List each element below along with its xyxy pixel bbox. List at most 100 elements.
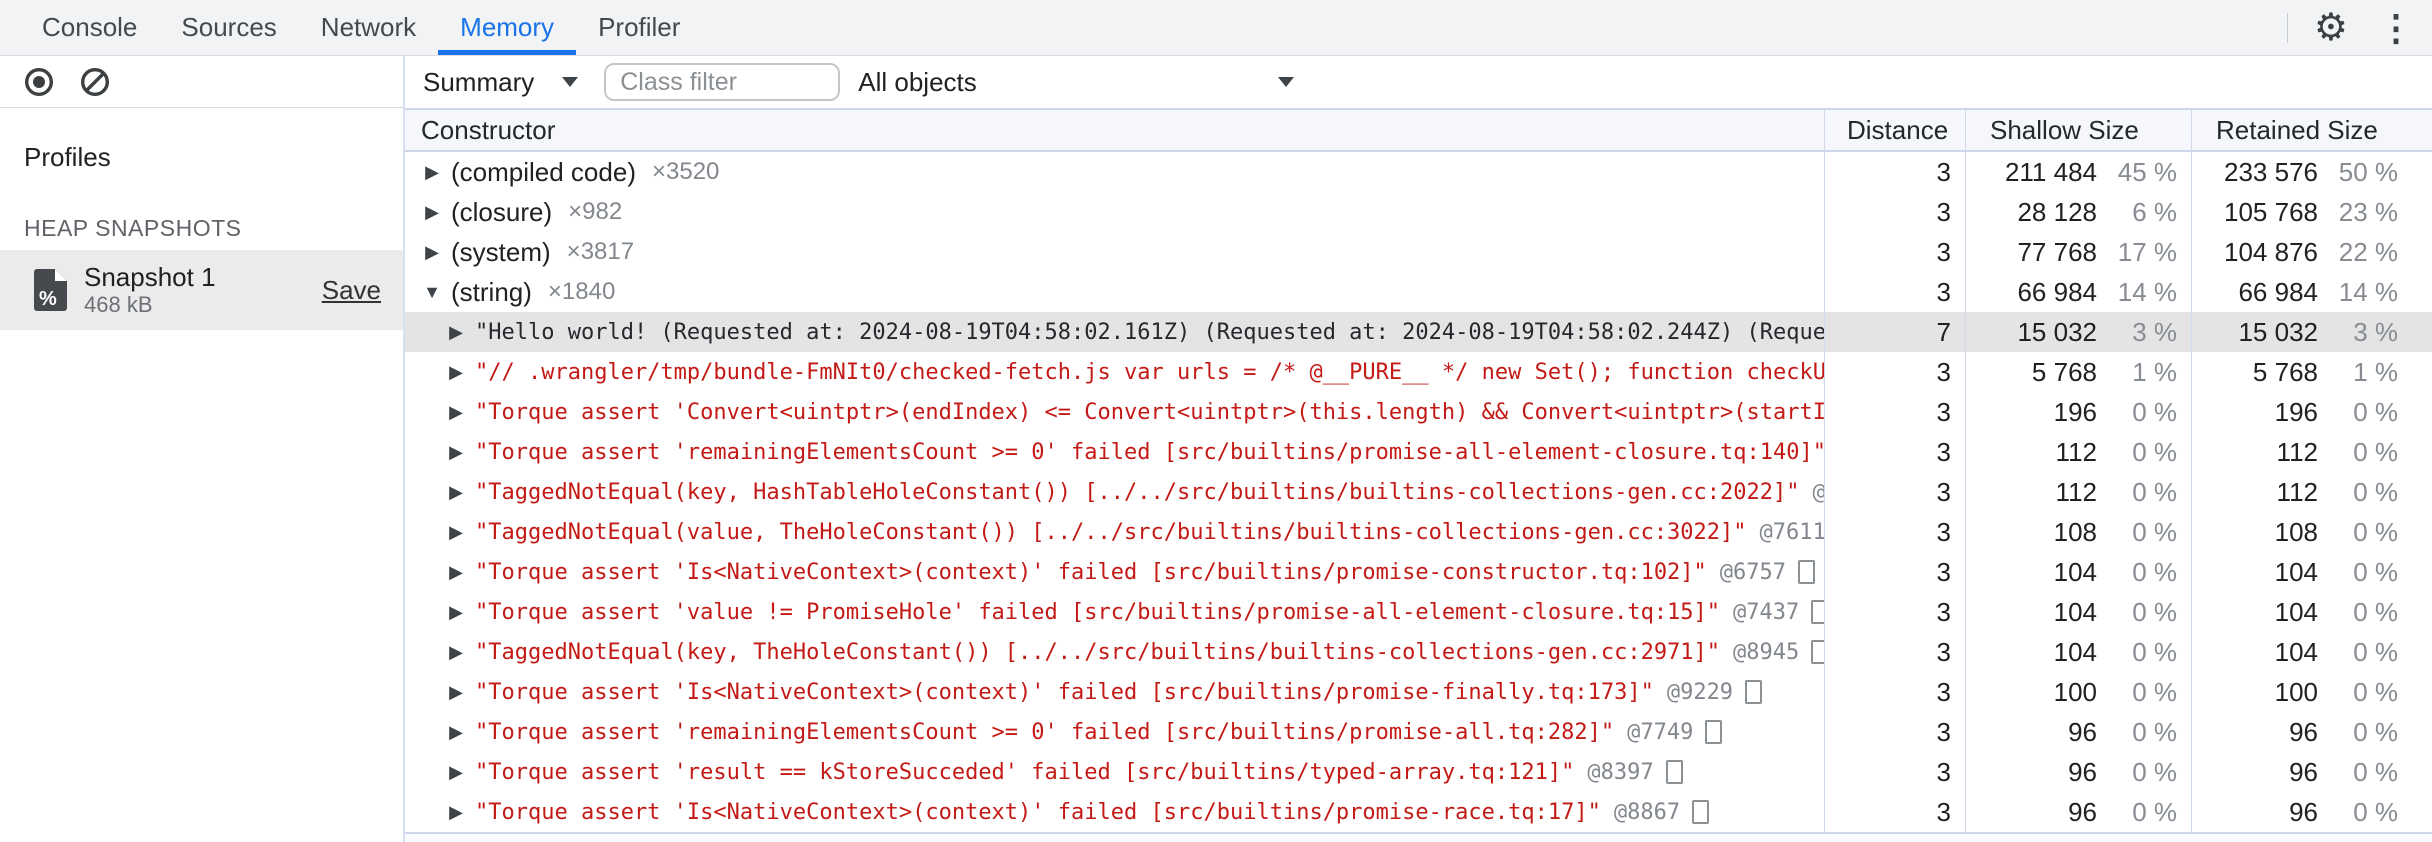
string-value: "TaggedNotEqual(key, TheHoleConstant()) …: [475, 639, 1721, 665]
column-header-constructor[interactable]: Constructor: [405, 110, 1824, 150]
expand-arrow-icon[interactable]: ▶: [421, 242, 443, 263]
retained-size-percent: 0 %: [2353, 716, 2398, 747]
table-row[interactable]: ▶ "TaggedNotEqual(key, TheHoleConstant())…: [405, 632, 2432, 672]
expand-arrow-icon[interactable]: ▶: [421, 202, 443, 223]
expand-arrow-icon[interactable]: ▶: [445, 322, 467, 343]
retained-size-cell: 196 0 %: [2191, 392, 2432, 432]
table-row[interactable]: ▶ "Torque assert 'Is<NativeContext>(conte…: [405, 792, 2432, 832]
expand-arrow-icon[interactable]: ▼: [421, 282, 443, 303]
table-row[interactable]: ▶ (system) ×3817 3 77 768 17 % 104 876 22 %: [405, 232, 2432, 272]
expand-arrow-icon[interactable]: ▶: [445, 482, 467, 503]
record-heap-icon[interactable]: [24, 67, 54, 97]
tab-profiler[interactable]: Profiler: [576, 0, 702, 55]
object-box-icon: [1692, 800, 1710, 824]
object-box-icon: [1665, 760, 1683, 784]
clear-all-icon[interactable]: [80, 67, 110, 97]
expand-arrow-icon[interactable]: ▶: [445, 762, 467, 783]
tab-network[interactable]: Network: [299, 0, 438, 55]
profiles-toolbar: [0, 56, 403, 108]
object-box-icon: [1811, 640, 1824, 664]
shallow-size-value: 104: [2053, 596, 2097, 627]
table-row[interactable]: ▼ (string) ×1840 3 66 984 14 % 66 984 14 %: [405, 272, 2432, 312]
shallow-size-cell: 104 0 %: [1965, 632, 2191, 672]
instance-count: ×982: [568, 198, 623, 225]
column-header-shallow-size[interactable]: Shallow Size: [1965, 110, 2191, 150]
column-header-retained-size[interactable]: Retained Size: [2191, 110, 2432, 150]
retained-size-cell: 104 0 %: [2191, 632, 2432, 672]
shallow-size-percent: 0 %: [2132, 756, 2177, 787]
table-row[interactable]: ▶ "TaggedNotEqual(key, HashTableHoleConst…: [405, 472, 2432, 512]
tab-memory[interactable]: Memory: [438, 0, 576, 55]
distance-value: 3: [1824, 432, 1965, 472]
expand-arrow-icon[interactable]: ▶: [445, 562, 467, 583]
expand-arrow-icon[interactable]: ▶: [421, 162, 443, 183]
expand-arrow-icon[interactable]: ▶: [445, 802, 467, 823]
shallow-size-cell: 108 0 %: [1965, 512, 2191, 552]
constructor-cell: ▶ (system) ×3817: [405, 232, 1824, 272]
table-row[interactable]: ▶ "Hello world! (Requested at: 2024-08-19…: [405, 312, 2432, 352]
constructor-cell: ▶ "Torque assert 'value != PromiseHole' f…: [405, 592, 1824, 632]
shallow-size-percent: 0 %: [2132, 676, 2177, 707]
table-row[interactable]: ▶ "TaggedNotEqual(value, TheHoleConstant(…: [405, 512, 2432, 552]
save-link[interactable]: Save: [322, 275, 381, 306]
shallow-size-cell: 104 0 %: [1965, 592, 2191, 632]
column-header-distance[interactable]: Distance: [1824, 110, 1965, 150]
tab-console[interactable]: Console: [20, 0, 159, 55]
instance-count: ×3520: [651, 158, 720, 185]
retained-size-cell: 66 984 14 %: [2191, 272, 2432, 312]
table-row[interactable]: ▶ "Torque assert 'Is<NativeContext>(conte…: [405, 552, 2432, 592]
expand-arrow-icon[interactable]: ▶: [445, 722, 467, 743]
shallow-size-value: 104: [2053, 636, 2097, 667]
table-row[interactable]: ▶ "Torque assert 'value != PromiseHole' f…: [405, 592, 2432, 632]
expand-arrow-icon[interactable]: ▶: [445, 642, 467, 663]
distance-value: 3: [1824, 472, 1965, 512]
constructor-cell: ▶ "TaggedNotEqual(key, HashTableHoleConst…: [405, 472, 1824, 512]
expand-arrow-icon[interactable]: ▶: [445, 402, 467, 423]
string-value: "Torque assert 'remainingElementsCount >…: [475, 439, 1824, 465]
object-box-icon: [1811, 600, 1824, 624]
constructor-cell: ▶ (closure) ×982: [405, 192, 1824, 232]
table-row[interactable]: ▶ "Torque assert 'Convert<uintptr>(endInd…: [405, 392, 2432, 432]
shallow-size-percent: 14 %: [2117, 276, 2177, 307]
kebab-menu-icon[interactable]: ⋮: [2378, 9, 2414, 46]
instance-count: ×1840: [547, 278, 616, 305]
class-filter-input[interactable]: [604, 63, 841, 101]
tab-label: Profiler: [598, 12, 681, 42]
perspective-select[interactable]: Summary: [423, 67, 579, 98]
retained-size-percent: 1 %: [2353, 356, 2398, 387]
tab-label: Console: [42, 12, 138, 42]
retained-size-cell: 108 0 %: [2191, 512, 2432, 552]
retained-size-value: 96: [2289, 716, 2318, 747]
expand-arrow-icon[interactable]: ▶: [445, 442, 467, 463]
table-row[interactable]: ▶ "Torque assert 'result == kStoreSuccede…: [405, 752, 2432, 792]
retained-size-percent: 14 %: [2338, 276, 2398, 307]
expand-arrow-icon[interactable]: ▶: [445, 362, 467, 383]
retained-size-cell: 100 0 %: [2191, 672, 2432, 712]
expand-arrow-icon[interactable]: ▶: [445, 682, 467, 703]
constructor-cell: ▶ (compiled code) ×3520: [405, 152, 1824, 192]
gear-icon[interactable]: ⚙: [2314, 9, 2348, 47]
shallow-size-cell: 211 484 45 %: [1965, 152, 2191, 192]
objects-select[interactable]: All objects: [858, 67, 1302, 98]
table-row[interactable]: ▶ (closure) ×982 3 28 128 6 % 105 768 23 %: [405, 192, 2432, 232]
retained-size-cell: 96 0 %: [2191, 712, 2432, 752]
tab-sources[interactable]: Sources: [159, 0, 298, 55]
table-row[interactable]: ▶ "Torque assert 'remainingElementsCount …: [405, 712, 2432, 752]
retained-size-cell: 104 876 22 %: [2191, 232, 2432, 272]
table-row[interactable]: ▶ "Torque assert 'Is<NativeContext>(conte…: [405, 672, 2432, 712]
constructor-cell: ▶ "TaggedNotEqual(value, TheHoleConstant(…: [405, 512, 1824, 552]
expand-arrow-icon[interactable]: ▶: [445, 602, 467, 623]
distance-value: 3: [1824, 392, 1965, 432]
table-row[interactable]: ▶ "// .wrangler/tmp/bundle-FmNIt0/checked…: [405, 352, 2432, 392]
shallow-size-percent: 6 %: [2132, 196, 2177, 227]
shallow-size-cell: 112 0 %: [1965, 432, 2191, 472]
table-row[interactable]: ▶ (compiled code) ×3520 3 211 484 45 % 233 576…: [405, 152, 2432, 192]
retained-size-cell: 5 768 1 %: [2191, 352, 2432, 392]
object-id: @7437: [1733, 599, 1800, 625]
table-row[interactable]: ▶ "Torque assert 'remainingElementsCount …: [405, 432, 2432, 472]
constructor-cell: ▶ "// .wrangler/tmp/bundle-FmNIt0/checked…: [405, 352, 1824, 392]
retained-size-value: 96: [2289, 796, 2318, 827]
object-id: @7749: [1627, 719, 1694, 745]
expand-arrow-icon[interactable]: ▶: [445, 522, 467, 543]
sidebar-item-snapshot-1[interactable]: % Snapshot 1 468 kB Save: [0, 250, 403, 330]
